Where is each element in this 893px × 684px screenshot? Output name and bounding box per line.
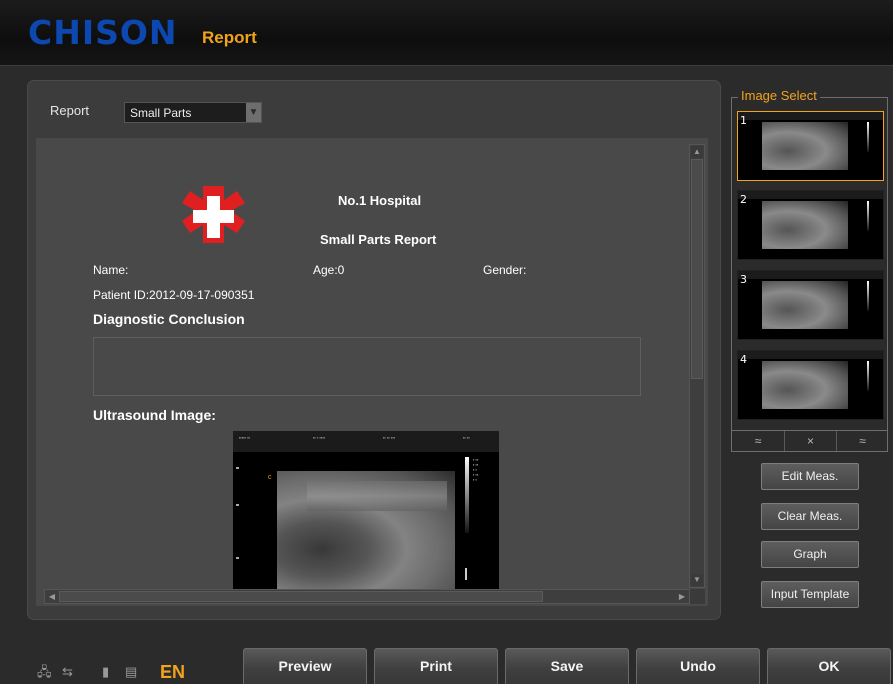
image-thumbnail[interactable]: 1 <box>737 111 884 181</box>
vertical-scrollbar[interactable]: ▲ ▼ <box>689 144 705 588</box>
vertical-scroll-thumb[interactable] <box>691 159 703 379</box>
thumbnail-number: 2 <box>740 193 747 206</box>
preview-button[interactable]: Preview <box>243 648 367 684</box>
thumbnail-number: 3 <box>740 273 747 286</box>
thumbnail-number: 4 <box>740 353 747 366</box>
network-disconnected-icon: 🖧 <box>37 664 52 679</box>
hospital-name: No.1 Hospital <box>338 193 422 208</box>
image-thumbnail[interactable]: 4 <box>737 350 884 420</box>
patient-id: Patient ID:2012-09-17-090351 <box>93 288 255 302</box>
patient-name-label: Name: <box>93 263 129 277</box>
patient-gender-label: Gender: <box>483 263 527 277</box>
ultrasound-image-header: ▪▪▪▪▪ ▪▪ ▪▪ ▪ ▪▪▪▪ ▪▪ ▪▪ ▪▪▪ ▪▪ ▪▪ <box>233 431 499 452</box>
input-template-button[interactable]: Input Template <box>761 581 859 608</box>
scroll-right-icon[interactable]: ▶ <box>676 591 688 602</box>
undo-button[interactable]: Undo <box>636 648 760 684</box>
page-up-icon[interactable]: ≈ <box>732 431 784 451</box>
hospital-cross-logo <box>182 186 245 243</box>
ok-button[interactable]: OK <box>767 648 891 684</box>
clear-meas-button[interactable]: Clear Meas. <box>761 503 859 530</box>
diagnostic-conclusion-heading: Diagnostic Conclusion <box>93 311 245 327</box>
page-down-icon[interactable]: ≈ <box>836 431 888 451</box>
scroll-up-icon[interactable]: ▲ <box>691 146 703 158</box>
close-icon[interactable]: × <box>784 431 836 451</box>
image-thumbnail[interactable]: 2 <box>737 190 884 260</box>
horizontal-scroll-thumb[interactable] <box>59 591 543 602</box>
save-button[interactable]: Save <box>505 648 629 684</box>
print-button[interactable]: Print <box>374 648 498 684</box>
usb-icon: ⇆ <box>62 664 73 679</box>
language-indicator[interactable]: EN <box>160 662 185 682</box>
image-marker: c <box>268 474 272 481</box>
thumbnail-number: 1 <box>740 114 747 127</box>
ultrasound-image: ▪▪▪▪▪ ▪▪ ▪▪ ▪ ▪▪▪▪ ▪▪ ▪▪ ▪▪▪ ▪▪ ▪▪ c ▪ ▪▪ ▪ … <box>233 431 499 591</box>
graph-button[interactable]: Graph <box>761 541 859 568</box>
scroll-down-icon[interactable]: ▼ <box>691 574 703 586</box>
ultrasound-scan <box>277 471 455 591</box>
scroll-left-icon[interactable]: ◀ <box>46 591 58 602</box>
image-thumbnail[interactable]: 3 <box>737 270 884 340</box>
storage-icon: ▮ <box>102 664 110 679</box>
report-type-select[interactable]: Small Parts ▼ <box>124 102 262 123</box>
thumbnail-navigation: ≈ × ≈ <box>732 430 887 451</box>
diagnostic-conclusion-field[interactable] <box>93 337 641 396</box>
ultrasound-image-heading: Ultrasound Image: <box>93 407 216 423</box>
printer-icon: ▤ <box>125 664 138 679</box>
grayscale-bar <box>465 457 469 533</box>
chison-logo: CHISON <box>28 13 178 52</box>
patient-age-label: Age:0 <box>313 263 345 277</box>
page-title: Report <box>202 28 257 47</box>
horizontal-scrollbar[interactable]: ◀ ▶ <box>44 589 690 604</box>
edit-meas-button[interactable]: Edit Meas. <box>761 463 859 490</box>
report-type-label: Report <box>50 103 90 118</box>
report-title: Small Parts Report <box>320 232 437 247</box>
chevron-down-icon[interactable]: ▼ <box>246 103 261 122</box>
report-type-value: Small Parts <box>130 106 192 120</box>
top-bar: CHISON Report <box>0 0 893 66</box>
image-select-label: Image Select <box>738 88 820 103</box>
